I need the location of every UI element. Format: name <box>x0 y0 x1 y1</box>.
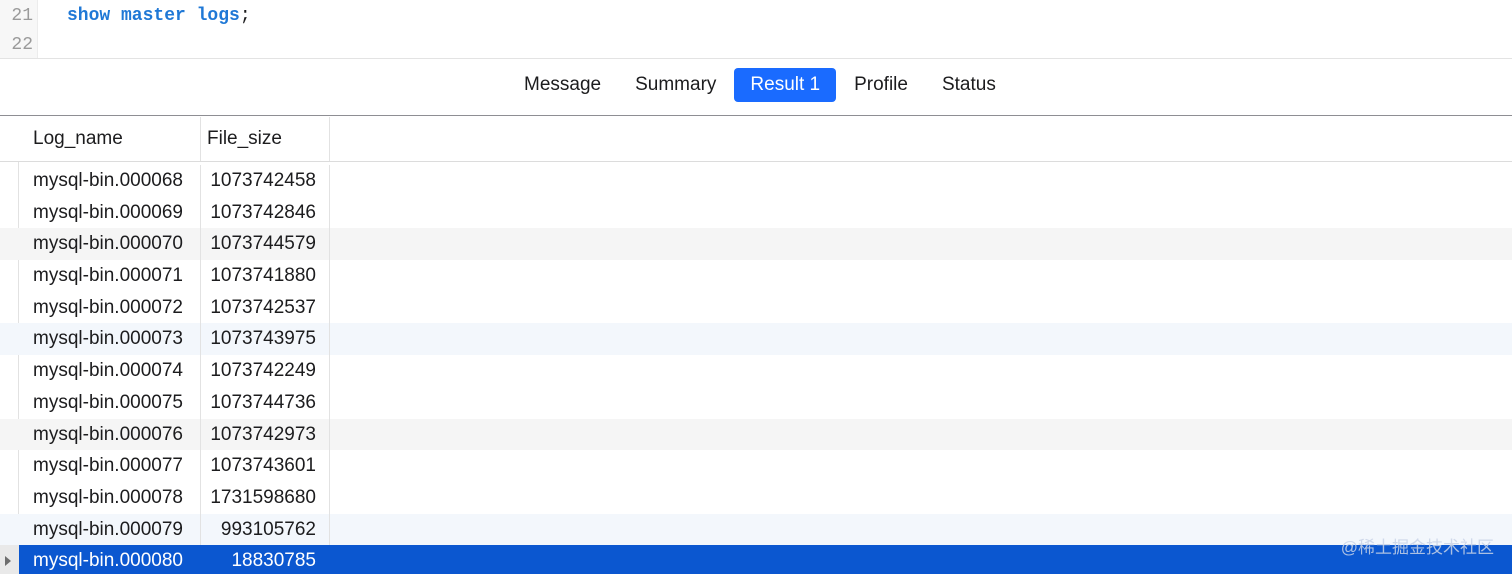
log-name-cell[interactable]: mysql-bin.000071 <box>19 260 201 292</box>
log-name-cell[interactable]: mysql-bin.000080 <box>19 545 201 574</box>
grid-header: Log_name File_size <box>0 117 1512 162</box>
code-text[interactable]: show master logs; <box>67 6 251 26</box>
file-size-cell[interactable]: 1073742458 <box>201 165 330 197</box>
sql-keywords: show master logs <box>67 6 240 26</box>
log-name-cell[interactable]: mysql-bin.000075 <box>19 386 201 419</box>
file-size-cell[interactable]: 1731598680 <box>201 481 330 514</box>
result-grid[interactable]: Log_name File_size mysql-bin.000068 10737… <box>0 117 1512 574</box>
line-number: 22 <box>11 35 33 55</box>
table-row[interactable]: mysql-bin.000073 1073743975 <box>0 323 1512 356</box>
file-size-cell[interactable]: 1073743601 <box>201 450 330 482</box>
log-name-cell[interactable]: mysql-bin.000079 <box>19 513 201 546</box>
result-tabs: Message Summary Result 1 Profile Status <box>508 68 1014 102</box>
tab-status[interactable]: Status <box>926 68 1012 102</box>
file-size-cell[interactable]: 1073742249 <box>201 355 330 387</box>
log-name-cell[interactable]: mysql-bin.000074 <box>19 355 201 387</box>
file-size-cell[interactable]: 1073742973 <box>201 418 330 451</box>
file-size-cell[interactable]: 1073742537 <box>201 291 330 324</box>
table-row[interactable]: mysql-bin.000075 1073744736 <box>0 386 1512 419</box>
sql-terminator: ; <box>239 6 251 26</box>
table-row[interactable]: mysql-bin.000080 18830785 <box>0 545 1512 574</box>
tab-summary[interactable]: Summary <box>619 68 732 102</box>
current-row-marker <box>0 545 19 574</box>
table-row[interactable]: mysql-bin.000078 1731598680 <box>0 481 1512 514</box>
table-row[interactable]: mysql-bin.000068 1073742458 <box>0 165 1512 197</box>
file-size-cell[interactable]: 1073742846 <box>201 196 330 229</box>
log-name-cell[interactable]: mysql-bin.000069 <box>19 196 201 229</box>
editor-line[interactable]: 22 <box>0 31 1512 60</box>
column-header-file-size[interactable]: File_size <box>201 117 330 161</box>
grid-rows: mysql-bin.000068 1073742458 mysql-bin.0000… <box>0 165 1512 574</box>
file-size-cell[interactable]: 1073744736 <box>201 386 330 419</box>
log-name-cell[interactable]: mysql-bin.000068 <box>19 165 201 197</box>
table-row[interactable]: mysql-bin.000071 1073741880 <box>0 260 1512 292</box>
table-row[interactable]: mysql-bin.000077 1073743601 <box>0 450 1512 482</box>
log-name-cell[interactable]: mysql-bin.000072 <box>19 291 201 324</box>
log-name-cell[interactable]: mysql-bin.000073 <box>19 323 201 356</box>
editor-line[interactable]: 21 show master logs; <box>0 2 1512 31</box>
table-row[interactable]: mysql-bin.000074 1073742249 <box>0 355 1512 387</box>
file-size-cell[interactable]: 993105762 <box>201 513 330 546</box>
play-arrow-icon <box>5 556 11 567</box>
line-number: 21 <box>11 6 33 26</box>
result-tab-bar: Message Summary Result 1 Profile Status <box>0 60 1512 116</box>
table-row[interactable]: mysql-bin.000076 1073742973 <box>0 418 1512 451</box>
tab-message[interactable]: Message <box>508 68 617 102</box>
file-size-cell[interactable]: 1073743975 <box>201 323 330 356</box>
log-name-cell[interactable]: mysql-bin.000078 <box>19 481 201 514</box>
tab-result-1[interactable]: Result 1 <box>734 68 837 102</box>
log-name-cell[interactable]: mysql-bin.000077 <box>19 450 201 482</box>
table-row[interactable]: mysql-bin.000070 1073744579 <box>0 228 1512 261</box>
sql-editor[interactable]: 21 show master logs; 22 <box>0 0 1512 59</box>
column-header-log-name[interactable]: Log_name <box>19 117 201 161</box>
log-name-cell[interactable]: mysql-bin.000076 <box>19 418 201 451</box>
watermark: @稀土掘金技术社区 <box>1340 538 1494 557</box>
table-row[interactable]: mysql-bin.000079 993105762 <box>0 513 1512 546</box>
log-name-cell[interactable]: mysql-bin.000070 <box>19 228 201 261</box>
table-row[interactable]: mysql-bin.000069 1073742846 <box>0 196 1512 229</box>
file-size-cell[interactable]: 1073741880 <box>201 260 330 292</box>
file-size-cell[interactable]: 1073744579 <box>201 228 330 261</box>
table-row[interactable]: mysql-bin.000072 1073742537 <box>0 291 1512 324</box>
tab-profile[interactable]: Profile <box>838 68 924 102</box>
file-size-cell[interactable]: 18830785 <box>201 545 330 574</box>
